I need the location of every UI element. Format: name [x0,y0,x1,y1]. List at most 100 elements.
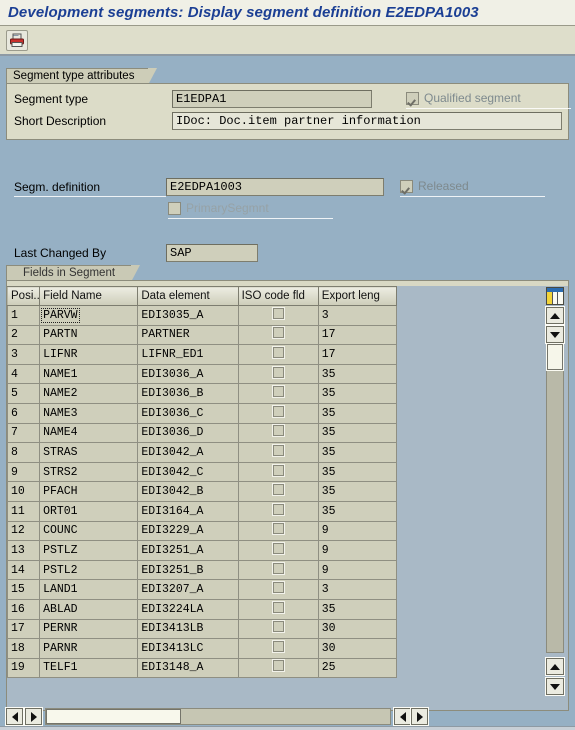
cell-position[interactable]: 15 [7,579,41,600]
cell-field-name[interactable]: LIFNR [39,344,139,365]
cell-field-name[interactable]: COUNC [39,520,139,542]
iso-code-checkbox[interactable] [271,541,285,555]
table-scroll-thumb[interactable] [546,343,564,371]
cell-data-element[interactable]: EDI3224LA [137,598,239,620]
table-row[interactable]: 11 ORT01 EDI3164_A 35 [7,500,398,522]
table-row[interactable]: 5 NAME2 EDI3036_B 35 [7,383,398,404]
cell-data-element[interactable]: EDI3036_A [137,363,239,385]
table-row[interactable]: 14 PSTL2 EDI3251_B 9 [7,559,398,581]
iso-code-checkbox[interactable] [271,365,285,379]
cell-export-length[interactable]: 30 [317,618,398,640]
cell-field-name[interactable]: LAND1 [39,579,139,600]
cell-export-length[interactable]: 25 [317,657,398,679]
table-hscroll-thumb[interactable] [46,709,181,724]
table-row[interactable]: 18 PARNR EDI3413LC 30 [7,638,398,659]
table-row[interactable]: 7 NAME4 EDI3036_D 35 [7,422,398,444]
cell-data-element[interactable]: EDI3229_A [137,520,239,542]
iso-code-checkbox[interactable] [271,581,285,595]
iso-code-checkbox[interactable] [271,600,285,614]
cell-position[interactable]: 1 [7,305,41,326]
cell-position[interactable]: 13 [7,540,41,561]
cell-data-element[interactable]: EDI3036_B [137,383,239,404]
table-scroll-right-button[interactable] [24,707,43,726]
cell-export-length[interactable]: 35 [317,422,398,444]
iso-code-checkbox[interactable] [271,326,285,340]
cell-position[interactable]: 7 [7,422,41,444]
cell-field-name[interactable]: ABLAD [39,598,139,620]
cell-data-element[interactable]: EDI3042_B [137,481,239,502]
cell-field-name[interactable]: PARTN [39,324,139,346]
cell-data-element[interactable]: EDI3251_A [137,540,239,561]
table-row[interactable]: 15 LAND1 EDI3207_A 3 [7,579,398,600]
iso-code-checkbox[interactable] [271,306,285,320]
cell-iso-code-fld[interactable] [237,383,319,404]
print-preview-button[interactable] [6,29,28,51]
cell-position[interactable]: 9 [7,461,41,483]
cell-iso-code-fld[interactable] [237,638,319,659]
cell-position[interactable]: 4 [7,363,41,385]
column-header-position[interactable]: Posi.. [7,286,41,306]
table-vertical-scrollbar[interactable] [545,286,566,710]
cell-data-element[interactable]: EDI3413LB [137,618,239,640]
cell-position[interactable]: 19 [7,657,41,679]
cell-position[interactable]: 16 [7,598,41,620]
iso-code-checkbox[interactable] [271,659,285,673]
pane-scroll-down-button[interactable] [545,677,565,696]
cell-iso-code-fld[interactable] [237,500,319,522]
qualified-segment-checkbox-row[interactable]: Qualified segment [406,91,521,105]
cell-field-name[interactable]: NAME2 [39,383,139,404]
last-changed-by-field[interactable]: SAP [166,244,258,262]
cell-field-name[interactable]: PARNR [39,638,139,659]
cell-position[interactable]: 12 [7,520,41,542]
cell-iso-code-fld[interactable] [237,344,319,365]
cell-position[interactable]: 10 [7,481,41,502]
cell-iso-code-fld[interactable] [237,559,319,581]
cell-iso-code-fld[interactable] [237,422,319,444]
table-horizontal-scrollbar[interactable] [5,707,569,726]
cell-field-name[interactable]: ORT01 [39,500,139,522]
cell-export-length[interactable]: 17 [317,344,398,365]
cell-data-element[interactable]: EDI3035_A [137,305,239,326]
primary-segment-checkbox-row[interactable]: PrimarySegmnt [168,201,269,215]
cell-iso-code-fld[interactable] [237,540,319,561]
cell-field-name[interactable]: TELF1 [39,657,139,679]
cell-iso-code-fld[interactable] [237,363,319,385]
iso-code-checkbox[interactable] [271,463,285,477]
iso-code-checkbox[interactable] [271,483,285,497]
cell-iso-code-fld[interactable] [237,442,319,463]
cell-iso-code-fld[interactable] [237,305,319,326]
cell-export-length[interactable]: 9 [317,520,398,542]
cell-field-name[interactable]: STRAS [39,442,139,463]
column-header-data-element[interactable]: Data element [137,286,239,306]
cell-data-element[interactable]: EDI3251_B [137,559,239,581]
cell-export-length[interactable]: 35 [317,402,398,424]
cell-data-element[interactable]: EDI3036_D [137,422,239,444]
pane-scroll-left-button[interactable] [393,707,412,726]
cell-export-length[interactable]: 35 [317,598,398,620]
cell-export-length[interactable]: 30 [317,638,398,659]
iso-code-checkbox[interactable] [271,502,285,516]
cell-position[interactable]: 17 [7,618,41,640]
cell-data-element[interactable]: LIFNR_ED1 [137,344,239,365]
released-checkbox-row[interactable]: Released [400,179,469,193]
cell-export-length[interactable]: 3 [317,579,398,600]
iso-code-checkbox[interactable] [271,424,285,438]
segment-type-field[interactable]: E1EDPA1 [172,90,372,108]
table-row[interactable]: 16 ABLAD EDI3224LA 35 [7,598,398,620]
cell-position[interactable]: 18 [7,638,41,659]
table-hscroll-track[interactable] [45,708,391,725]
cell-export-length[interactable]: 35 [317,363,398,385]
column-header-field-name[interactable]: Field Name [39,286,139,306]
cell-export-length[interactable]: 9 [317,559,398,581]
table-row[interactable]: 1 PARVW EDI3035_A 3 [7,305,398,326]
cell-iso-code-fld[interactable] [237,481,319,502]
cell-export-length[interactable]: 35 [317,461,398,483]
table-row[interactable]: 13 PSTLZ EDI3251_A 9 [7,540,398,561]
column-header-iso-code-fld[interactable]: ISO code fld [237,286,319,306]
cell-export-length[interactable]: 9 [317,540,398,561]
cell-field-name[interactable]: PSTL2 [39,559,139,581]
cell-iso-code-fld[interactable] [237,579,319,600]
table-row[interactable]: 4 NAME1 EDI3036_A 35 [7,363,398,385]
pane-scroll-right-button[interactable] [410,707,429,726]
cell-iso-code-fld[interactable] [237,598,319,620]
